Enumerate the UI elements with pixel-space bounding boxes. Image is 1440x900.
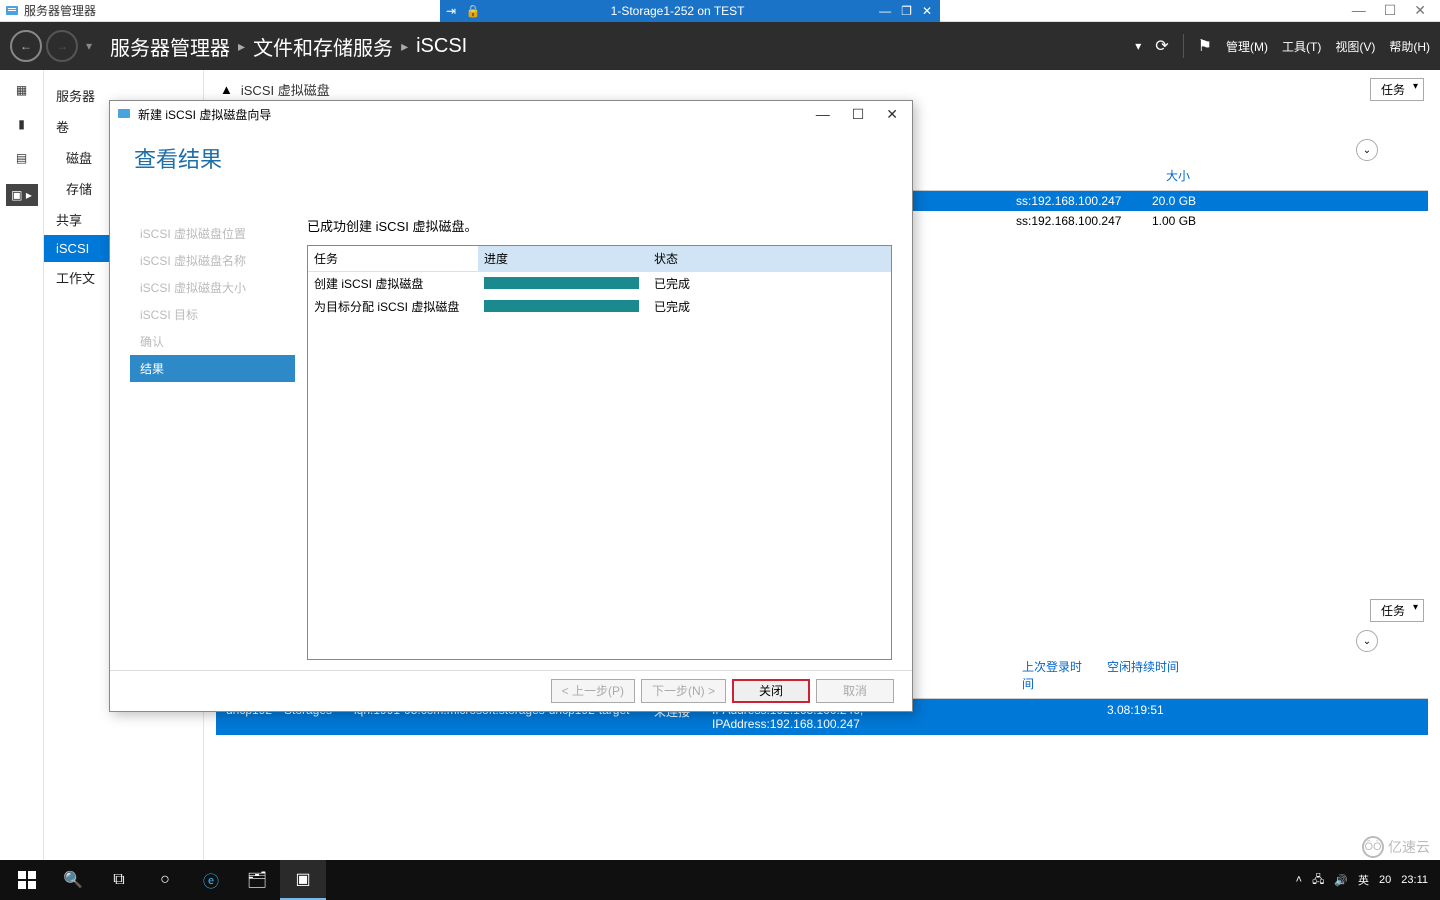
tray-up-icon[interactable]: ˄ (1296, 874, 1302, 886)
ie-icon[interactable]: ⓔ (188, 860, 234, 900)
wizard-close-x-button[interactable]: ✕ (886, 106, 898, 123)
icon-rail: ▦ ▮ ▤ ▣ ▸ (0, 70, 44, 860)
col-idle[interactable]: 空闲持续时间 (1099, 656, 1187, 694)
th-task: 任务 (308, 246, 478, 271)
vm-restore-button[interactable]: ❐ (901, 4, 912, 18)
breadcrumb-root[interactable]: 服务器管理器 (110, 32, 230, 61)
menu-manage[interactable]: 管理(M) (1226, 38, 1268, 55)
th-status: 状态 (648, 246, 891, 271)
taskbar: 🔍 ⧉ ○ ⓔ 🗂 ▣ ˄ 🖧 🔊 英 20 23:11 (0, 860, 1440, 900)
wizard-step-name: iSCSI 虚拟磁盘名称 (130, 247, 295, 274)
tasks-dropdown[interactable]: 任务 (1370, 78, 1424, 101)
tray-ime[interactable]: 英 (1358, 872, 1369, 888)
wizard-minimize-button[interactable]: — (816, 106, 830, 123)
wizard-footer: < 上一步(P) 下一步(N) > 关闭 取消 (110, 670, 912, 711)
wizard-next-button: 下一步(N) > (641, 679, 726, 703)
server-manager-header: ← → ▾ 服务器管理器 ▸ 文件和存储服务 ▸ iSCSI ▾ ⟳ ⚑ 管理(… (0, 22, 1440, 70)
menu-tools[interactable]: 工具(T) (1282, 38, 1321, 55)
wizard-prev-button: < 上一步(P) (551, 679, 635, 703)
col-lastlogin[interactable]: 上次登录时间 (1014, 656, 1099, 694)
tray-num: 20 (1379, 874, 1391, 886)
rail-disks-icon[interactable]: ▤ (13, 150, 31, 166)
chevron-up-icon[interactable]: ▲ (220, 82, 233, 97)
collapse-toggle-lower[interactable]: ⌄ (1356, 630, 1378, 652)
rail-servers-icon[interactable]: ▦ (13, 82, 31, 98)
refresh-icon[interactable]: ⟳ (1155, 36, 1168, 56)
collapse-toggle[interactable]: ⌄ (1356, 139, 1378, 161)
wizard-cancel-button: 取消 (816, 679, 894, 703)
wizard-icon (116, 106, 132, 122)
wizard-step-confirm: 确认 (130, 328, 295, 355)
progress-bar (484, 277, 639, 289)
explorer-icon[interactable]: 🗂 (234, 860, 280, 900)
rail-storage-icon[interactable]: ▣ ▸ (6, 184, 38, 206)
menu-view[interactable]: 视图(V) (1335, 38, 1375, 55)
wizard-dialog: 新建 iSCSI 虚拟磁盘向导 — ☐ ✕ 查看结果 iSCSI 虚拟磁盘位置 … (109, 100, 913, 712)
chevron-right-icon: ▸ (401, 38, 408, 55)
start-button[interactable] (4, 860, 50, 900)
wizard-heading: 查看结果 (134, 142, 888, 174)
server-manager-taskbar-icon[interactable]: ▣ (280, 860, 326, 900)
outer-window-title: 服务器管理器 (24, 2, 96, 19)
chevron-right-icon: ▸ (238, 38, 245, 55)
nav-forward-button[interactable]: → (46, 30, 78, 62)
watermark: ÔÒ 亿速云 (1362, 836, 1430, 858)
upper-panel-title: iSCSI 虚拟磁盘 (241, 80, 330, 99)
wizard-step-size: iSCSI 虚拟磁盘大小 (130, 274, 295, 301)
task-view-icon[interactable]: ⧉ (96, 860, 142, 900)
breadcrumb-iscsi[interactable]: iSCSI (416, 35, 467, 58)
wizard-message: 已成功创建 iSCSI 虚拟磁盘。 (307, 216, 892, 235)
progress-bar (484, 300, 639, 312)
wizard-steps-nav: iSCSI 虚拟磁盘位置 iSCSI 虚拟磁盘名称 iSCSI 虚拟磁盘大小 i… (130, 216, 295, 660)
vm-close-button[interactable]: ✕ (922, 4, 932, 18)
wizard-maximize-button[interactable]: ☐ (852, 106, 865, 123)
col-size[interactable]: 大小 (1158, 165, 1198, 186)
wizard-titlebar[interactable]: 新建 iSCSI 虚拟磁盘向导 — ☐ ✕ (110, 101, 912, 128)
menu-help[interactable]: 帮助(H) (1389, 38, 1430, 55)
wizard-close-button[interactable]: 关闭 (732, 679, 810, 703)
vm-connection-bar: ⇥ 🔒 1-Storage1-252 on TEST — ❐ ✕ (440, 0, 940, 22)
tasks-dropdown-lower[interactable]: 任务 (1370, 599, 1424, 622)
tray-network-icon[interactable]: 🖧 (1312, 871, 1324, 890)
search-icon[interactable]: 🔍 (50, 860, 96, 900)
nav-back-button[interactable]: ← (10, 30, 42, 62)
cortana-icon[interactable]: ○ (142, 860, 188, 900)
wizard-step-location: iSCSI 虚拟磁盘位置 (130, 220, 295, 247)
rail-volumes-icon[interactable]: ▮ (13, 116, 31, 132)
breadcrumb: 服务器管理器 ▸ 文件和存储服务 ▸ iSCSI (110, 32, 467, 61)
outer-minimize-button[interactable]: — (1352, 2, 1366, 19)
wizard-step-result: 结果 (130, 355, 295, 382)
outer-close-button[interactable]: ✕ (1414, 2, 1426, 19)
wizard-title-text: 新建 iSCSI 虚拟磁盘向导 (138, 106, 271, 123)
task-row-2: 为目标分配 iSCSI 虚拟磁盘 已完成 (308, 295, 891, 318)
tray-volume-icon[interactable]: 🔊 (1334, 874, 1348, 887)
header-dropdown-icon[interactable]: ▾ (1135, 39, 1141, 53)
wizard-task-table: 任务 进度 状态 创建 iSCSI 虚拟磁盘 已完成 为目标分配 iSCSI 虚… (307, 245, 892, 660)
pin-icon[interactable]: ⇥ (440, 4, 462, 18)
outer-maximize-button[interactable]: ☐ (1384, 2, 1397, 19)
nav-dropdown-icon[interactable]: ▾ (86, 39, 92, 53)
watermark-icon: ÔÒ (1362, 836, 1384, 858)
vm-minimize-button[interactable]: — (879, 4, 891, 18)
task-row-1: 创建 iSCSI 虚拟磁盘 已完成 (308, 272, 891, 295)
tray-time[interactable]: 23:11 (1401, 874, 1428, 886)
flag-icon[interactable]: ⚑ (1198, 36, 1212, 56)
th-progress: 进度 (478, 246, 648, 271)
breadcrumb-services[interactable]: 文件和存储服务 (253, 32, 393, 61)
vm-title: 1-Storage1-252 on TEST (484, 4, 871, 18)
wizard-step-target: iSCSI 目标 (130, 301, 295, 328)
lock-icon[interactable]: 🔒 (462, 4, 484, 18)
server-manager-icon (4, 3, 20, 19)
